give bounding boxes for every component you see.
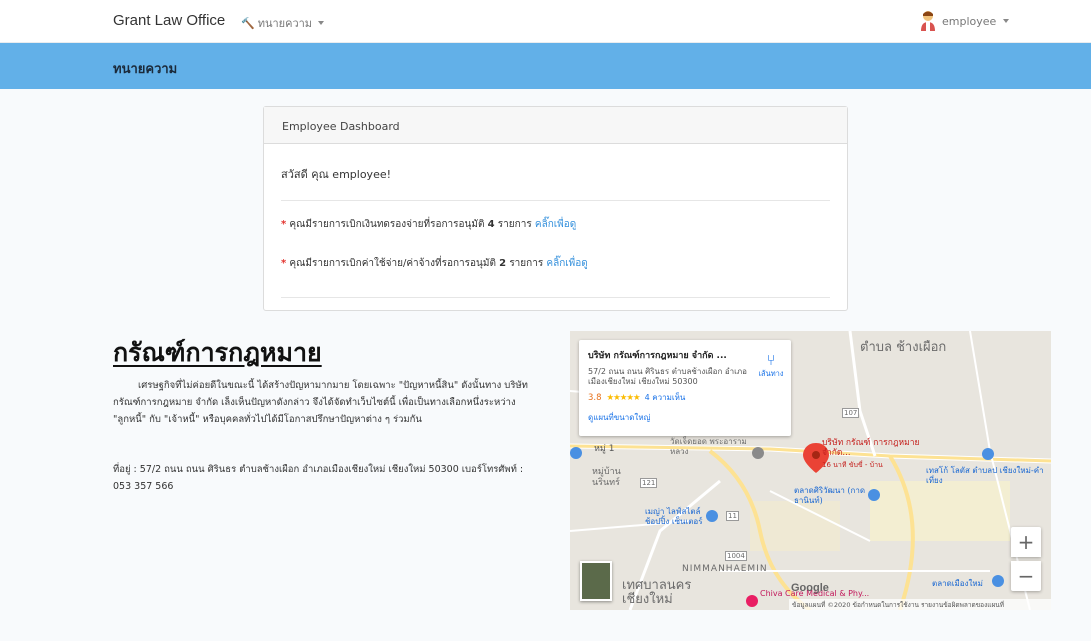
hammer-icon: 🔨 xyxy=(241,16,255,30)
map-label-tesco: เทสโก้ โลตัส ตำบลป เชียงใหม่-คำเที่ยง xyxy=(926,466,1044,485)
required-star: * xyxy=(281,219,287,230)
notice-unit: รายการ xyxy=(497,219,532,230)
directions-label: เส้นทาง xyxy=(758,369,784,378)
place-name: บริษัท กรัณฑ์การกฎหมาย จำกัด ... xyxy=(588,351,727,361)
map-marker-sub: 16 นาที ขับขี่ - บ้าน xyxy=(822,461,883,469)
required-star: * xyxy=(281,258,287,269)
rating-value: 3.8 xyxy=(588,392,602,403)
page-title: ทนายความ xyxy=(113,62,178,77)
map-label-chang-phueak: ตำบล ช้างเผือก xyxy=(860,340,947,355)
map-label-nimman: NIMMANHAEMIN xyxy=(682,564,768,574)
rating-stars-icon: ★★★★★ xyxy=(606,392,641,403)
map-footer: ข้อมูลแผนที่ ©2020 ข้อกำหนดในการใช้งาน ร… xyxy=(789,599,1051,610)
view-expense-link[interactable]: คลิ๊กเพื่อดู xyxy=(546,258,587,269)
zoom-in-button[interactable]: + xyxy=(1011,527,1041,557)
company-title: กรัณฑ์การกฎหมาย xyxy=(113,338,322,367)
notice-unit: รายการ xyxy=(509,258,544,269)
notice-text: คุณมีรายการเบิกเงินทดรองจ่ายที่รอการอนุม… xyxy=(289,219,485,230)
caret-down-icon xyxy=(318,21,325,25)
map-label-talad-siriwattana: ตลาดศิริวัฒนา (กาดธานินท์) xyxy=(794,486,866,505)
map-info-card: บริษัท กรัณฑ์การกฎหมาย จำกัด ... 57/2 ถน… xyxy=(579,340,791,436)
top-navbar: Grant Law Office 🔨 ทนายความ employee xyxy=(0,0,1091,43)
page-header-band: ทนายความ xyxy=(0,43,1091,89)
user-menu[interactable]: employee xyxy=(918,10,1010,32)
card-body: สวัสดี คุณ employee! * คุณมีรายการเบิกเง… xyxy=(264,165,847,298)
place-rating: 3.8 ★★★★★ 4 ความเห็น xyxy=(588,391,782,404)
google-map[interactable]: ตำบล ช้างเผือก หมู่ 1 วัดเจ็ดยอด พระอารา… xyxy=(570,331,1051,610)
road-shield-121: 121 xyxy=(640,478,658,488)
road-shield-1004: 1004 xyxy=(725,551,747,561)
notice-count: 4 xyxy=(487,219,495,230)
avatar-icon xyxy=(921,11,935,31)
notice-text: คุณมีรายการเบิกค่าใช้จ่าย/ค่าจ้างที่รอกา… xyxy=(289,258,496,269)
google-logo: Google xyxy=(791,582,829,594)
directions-icon: ⑂ xyxy=(766,351,776,369)
advance-notice: * คุณมีรายการเบิกเงินทดรองจ่ายที่รอการอน… xyxy=(281,217,830,232)
card-header: Employee Dashboard xyxy=(264,107,847,144)
zoom-out-button[interactable]: − xyxy=(1011,561,1041,591)
brand-link[interactable]: Grant Law Office xyxy=(113,12,225,29)
map-label-moo-ban: หมู่บ้าน นรินทร์ xyxy=(592,467,621,488)
view-advance-link[interactable]: คลิ๊กเพื่อดู xyxy=(535,219,576,230)
place-address: 57/2 ถนน ถนน ศิรินธร ตำบลช้างเผือก อำเภอ… xyxy=(588,367,747,386)
road-shield-107: 107 xyxy=(842,408,860,418)
map-label-talad-muang: ตลาดเมืองใหม่ xyxy=(932,579,983,588)
map-label-wat: วัดเจ็ดยอด พระอารามหลวง xyxy=(670,437,747,456)
map-label-moo1: หมู่ 1 xyxy=(594,444,615,454)
notice-count: 2 xyxy=(499,258,507,269)
caret-down-icon xyxy=(1003,19,1010,23)
expense-notice: * คุณมีรายการเบิกค่าใช้จ่าย/ค่าจ้างที่รอ… xyxy=(281,256,830,271)
reviews-link[interactable]: 4 ความเห็น xyxy=(645,391,686,404)
company-description: เศรษฐกิจที่ไม่ค่อยดีในขณะนี้ ได้สร้างปัญ… xyxy=(113,380,528,425)
larger-map-link[interactable]: ดูแผนที่ขนาดใหญ่ xyxy=(588,411,782,424)
dashboard-card: Employee Dashboard สวัสดี คุณ employee! … xyxy=(263,106,848,311)
satellite-toggle[interactable] xyxy=(580,561,612,601)
user-menu-label: employee xyxy=(942,14,997,28)
road-shield-11: 11 xyxy=(726,511,739,521)
nav-menu-lawyer[interactable]: 🔨 ทนายความ xyxy=(241,14,325,32)
map-label-thesaban: เทศบาลนคร เชียงใหม่ xyxy=(622,578,692,607)
map-label-maya: เมญ่า ไลฟ์สไตล์ ช้อปปิ้ง เซ็นเตอร์ xyxy=(645,507,703,526)
nav-menu-label: ทนายความ xyxy=(257,17,313,30)
company-address: ที่อยู่ : 57/2 ถนน ถนน ศิรินธร ตำบลช้างเ… xyxy=(113,464,524,492)
map-marker-label[interactable]: บริษัท กรัณฑ์ การกฎหมาย จำกัด... xyxy=(822,438,942,458)
greeting-text: สวัสดี คุณ employee! xyxy=(281,168,392,181)
divider xyxy=(281,200,830,201)
directions-button[interactable]: ⑂ เส้นทาง xyxy=(757,352,785,380)
divider xyxy=(281,297,830,298)
